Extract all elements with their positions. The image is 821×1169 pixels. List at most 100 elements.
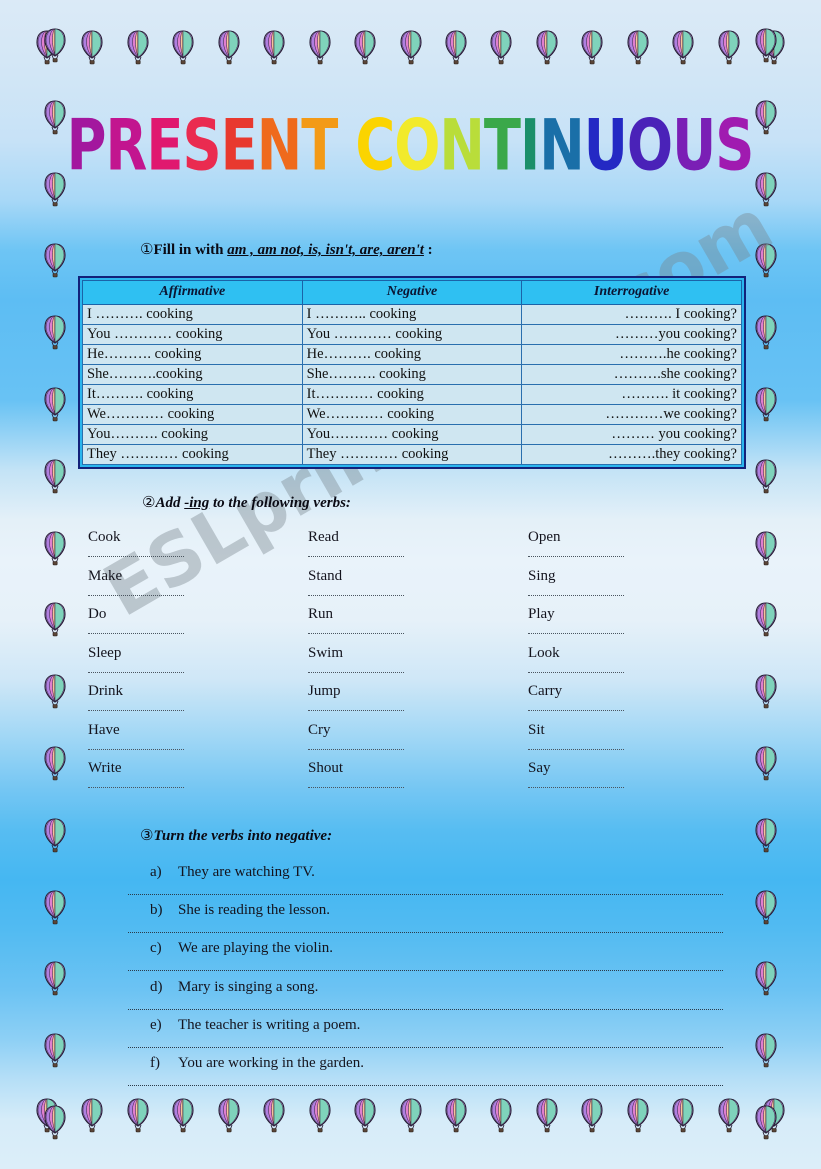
table-row: I ………. cooking I ……….. cooking………. I cook… (82, 304, 742, 325)
verb-answer-blank[interactable] (308, 548, 404, 557)
table-cell-affirmative[interactable]: He………. cooking (82, 344, 303, 365)
verb-item: Have (88, 721, 308, 760)
hot-air-balloon-icon (755, 961, 777, 996)
column-header-negative: Negative (301, 280, 523, 305)
verb-word: Have (88, 721, 120, 738)
sentence-answer-blank[interactable] (128, 894, 723, 895)
sentence-answer-blank[interactable] (128, 1008, 723, 1010)
verb-word: Drink (88, 683, 123, 699)
verb-answer-blank[interactable] (528, 664, 624, 673)
hot-air-balloon-icon (755, 602, 777, 637)
hot-air-balloon-icon (172, 1098, 194, 1133)
table-cell-negative[interactable]: I ……….. cooking (301, 304, 523, 325)
verb-answer-blank[interactable] (88, 625, 184, 634)
verb-word: Do (88, 606, 107, 622)
table-cell-affirmative[interactable]: It………. cooking (82, 384, 303, 405)
verb-word: Sit (528, 721, 545, 738)
verb-item: Shout (308, 759, 528, 798)
sentence-answer-blank[interactable] (128, 932, 723, 934)
verb-answer-blank[interactable] (88, 702, 184, 711)
table-cell-affirmative[interactable]: She……….cooking (82, 364, 303, 385)
table-cell-negative[interactable]: They ………… cooking (301, 444, 523, 465)
verb-answer-blank[interactable] (88, 741, 184, 750)
table-cell-negative[interactable]: It………… cooking (301, 384, 523, 405)
hot-air-balloon-icon (755, 459, 777, 493)
hot-air-balloon-icon (755, 746, 777, 781)
verb-answer-blank[interactable] (528, 587, 624, 596)
table-cell-affirmative[interactable]: You ………… cooking (82, 324, 303, 345)
column-header-affirmative: Affirmative (82, 280, 303, 305)
table-cell-affirmative[interactable]: I ………. cooking (82, 304, 303, 325)
sentence-answer-blank[interactable] (128, 1084, 723, 1086)
verb-answer-blank[interactable] (308, 664, 404, 673)
sentence-row: c) We are playing the violin. (128, 940, 750, 978)
table-cell-interrogative[interactable]: ………you cooking? (521, 324, 742, 345)
hot-air-balloon-icon (81, 30, 103, 65)
hot-air-balloon-icon (755, 172, 777, 206)
table-cell-interrogative[interactable]: ……… you cooking? (521, 424, 742, 445)
sentence-body: We are playing the violin. (178, 940, 333, 957)
hot-air-balloon-icon (581, 1098, 603, 1133)
verb-item: Jump (308, 682, 528, 721)
verb-answer-blank[interactable] (308, 779, 404, 788)
hot-air-balloon-icon (44, 890, 66, 924)
verb-word: Sing (528, 567, 556, 584)
table-cell-negative[interactable]: She………. cooking (301, 364, 523, 385)
table-cell-negative[interactable]: You………… cooking (301, 424, 523, 445)
balloon-border-left (42, 0, 68, 1169)
table-cell-affirmative[interactable]: You………. cooking (82, 424, 303, 445)
hot-air-balloon-icon (399, 1098, 422, 1133)
hot-air-balloon-icon (172, 30, 194, 65)
exercise1-number: ① (140, 240, 154, 258)
table-cell-negative[interactable]: We………… cooking (301, 404, 523, 425)
hot-air-balloon-icon (718, 30, 740, 65)
hot-air-balloon-icon (755, 1033, 777, 1068)
conjugation-table-frame: Affirmative Negative Interrogative I ………… (78, 276, 746, 469)
table-cell-interrogative[interactable]: ……….he cooking? (521, 344, 742, 365)
table-cell-interrogative[interactable]: …………we cooking? (521, 404, 742, 425)
sentence-answer-blank[interactable] (128, 1046, 723, 1048)
table-cell-interrogative[interactable]: ………. it cooking? (521, 384, 742, 405)
verb-word: Jump (308, 683, 341, 699)
sentence-body: You are working in the garden. (178, 1054, 364, 1071)
verb-answer-blank[interactable] (88, 664, 184, 673)
verb-answer-blank[interactable] (528, 625, 624, 634)
table-cell-negative[interactable]: You ………… cooking (301, 324, 523, 345)
table-cell-interrogative[interactable]: ……….they cooking? (521, 444, 742, 465)
verb-list-container: Cook Make Do Sleep Drink Have Write Read Stand Ru… (88, 528, 748, 798)
verb-item: Read (308, 528, 528, 567)
verb-word: Swim (308, 644, 344, 661)
conjugation-table: Affirmative Negative Interrogative I ………… (82, 280, 742, 465)
title-letter-14: U (584, 105, 628, 187)
verb-answer-blank[interactable] (528, 702, 624, 711)
table-cell-negative[interactable]: He………. cooking (301, 344, 523, 365)
verb-answer-blank[interactable] (528, 548, 624, 557)
table-cell-affirmative[interactable]: We………… cooking (82, 404, 303, 425)
verb-answer-blank[interactable] (528, 779, 624, 788)
sentence-row: e) The teacher is writing a poem. (128, 1017, 750, 1055)
verb-answer-blank[interactable] (308, 625, 404, 634)
sentence-label: b) (150, 902, 163, 919)
exercise3-instruction: ③Turn the verbs into negative: (140, 826, 332, 845)
verb-answer-blank[interactable] (308, 587, 404, 596)
hot-air-balloon-icon (755, 531, 777, 565)
verb-answer-blank[interactable] (88, 548, 184, 557)
hot-air-balloon-icon (490, 30, 512, 65)
sentence-body: She is reading the lesson. (178, 902, 331, 919)
verb-answer-blank[interactable] (88, 587, 184, 596)
balloon-border-right (753, 0, 779, 1169)
sentence-answer-blank[interactable] (128, 970, 723, 972)
hot-air-balloon-icon (755, 674, 777, 709)
verb-column-3: Open Sing Play Look Carry Sit Say (528, 528, 748, 798)
verb-answer-blank[interactable] (308, 741, 404, 750)
verb-word: Open (528, 529, 561, 545)
table-cell-interrogative[interactable]: ……….she cooking? (521, 364, 742, 385)
sentence-label: d) (150, 978, 163, 995)
verb-answer-blank[interactable] (308, 702, 404, 711)
verb-answer-blank[interactable] (88, 779, 184, 788)
title-letter-8: C (355, 105, 396, 187)
verb-answer-blank[interactable] (528, 741, 624, 750)
verb-item: Play (528, 605, 748, 644)
table-cell-affirmative[interactable]: They ………… cooking (82, 444, 303, 465)
table-cell-interrogative[interactable]: ………. I cooking? (521, 304, 742, 325)
